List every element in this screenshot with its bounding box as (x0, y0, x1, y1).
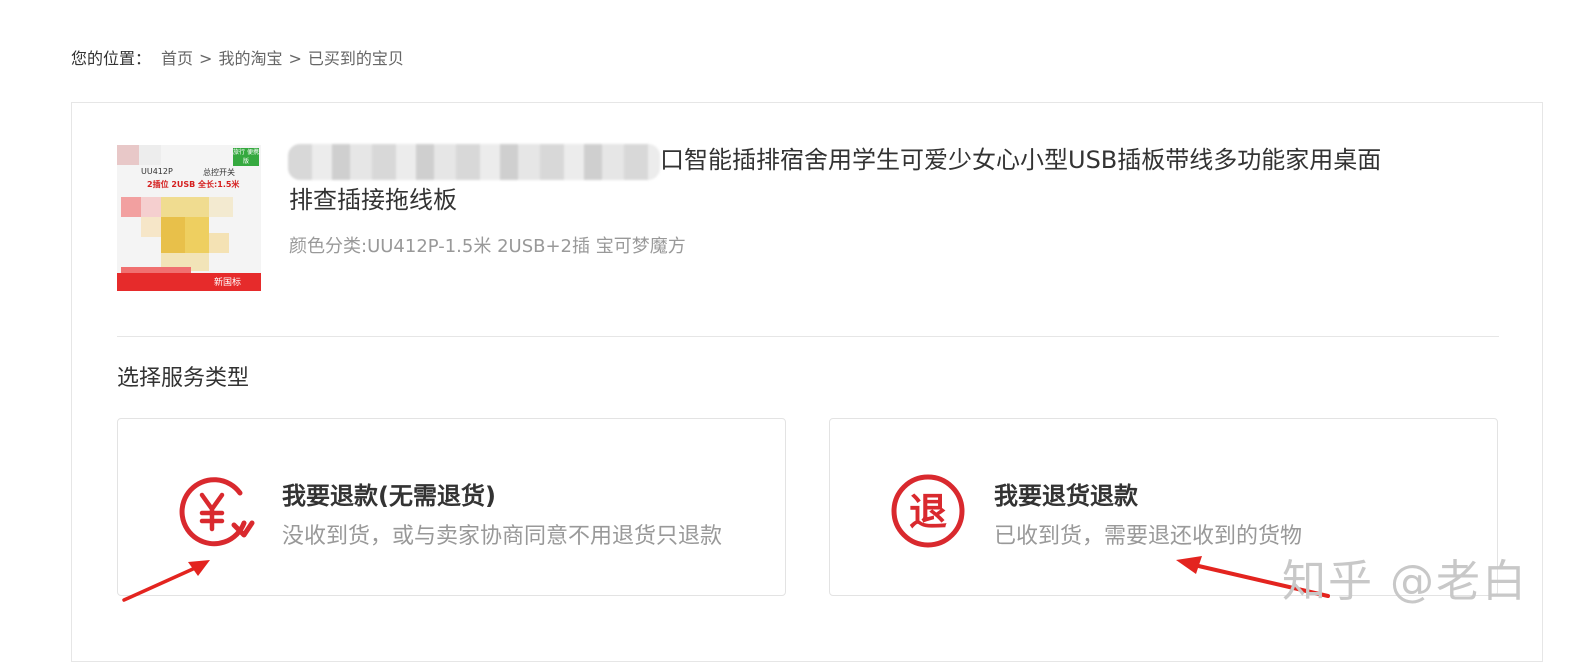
thumb-pixel-block (161, 197, 209, 217)
svg-text:退: 退 (909, 490, 947, 534)
breadcrumb-prefix: 您的位置： (71, 49, 152, 68)
refund-only-heading: 我要退款(无需退货) (282, 482, 496, 510)
breadcrumb-separator: > (199, 49, 213, 68)
thumb-footer-bar: 新国标 (117, 273, 261, 291)
title-redacted-blur (288, 144, 660, 180)
breadcrumb-my-taobao-link[interactable]: 我的淘宝 (218, 48, 282, 70)
thumb-pixel-block (209, 197, 233, 217)
refund-yen-icon (179, 477, 255, 547)
thumb-pixel-block (185, 217, 209, 253)
breadcrumb: 您的位置： 首页 > 我的淘宝 > 已买到的宝贝 (71, 48, 404, 70)
thumb-pixel-block (139, 145, 161, 165)
breadcrumb-purchased-link[interactable]: 已买到的宝贝 (308, 48, 404, 70)
product-title-line2[interactable]: 排查插接拖线板 (289, 181, 457, 219)
thumb-pixel-block (141, 197, 161, 217)
watermark-text: 知乎 @老白 (1282, 556, 1528, 607)
thumb-pixel-block (141, 217, 161, 237)
section-divider (117, 336, 1499, 337)
annotation-arrow-left (122, 560, 210, 602)
thumb-spec-text: 2插位 2USB 全长:1.5米 (147, 180, 240, 189)
product-title-line1[interactable]: 口智能插排宿舍用学生可爱少女心小型USB插板带线多功能家用桌面 (660, 142, 1381, 178)
thumb-pixel-block (161, 217, 185, 253)
return-refund-description: 已收到货，需要退还收到的货物 (994, 524, 1303, 549)
thumb-badge: 旅行 便携版 (233, 148, 259, 166)
refund-only-description: 没收到货，或与卖家协商同意不用退货只退款 (282, 524, 723, 549)
thumb-footer-text: 新国标 (213, 278, 241, 288)
breadcrumb-home-link[interactable]: 首页 (161, 48, 193, 70)
product-thumbnail[interactable]: UU412P 总控开关 旅行 便携版 2插位 2USB 全长:1.5米 新国标 (117, 145, 261, 291)
return-tui-icon: 退 (891, 474, 965, 548)
service-type-title: 选择服务类型 (117, 366, 250, 391)
product-sku: 颜色分类:UU412P-1.5米 2USB+2插 宝可梦魔方 (289, 236, 686, 257)
return-refund-heading: 我要退货退款 (994, 482, 1138, 510)
thumb-pixel-block (209, 233, 229, 253)
thumb-model-text: UU412P (141, 167, 173, 176)
thumb-pixel-block (121, 197, 141, 217)
thumb-switch-text: 总控开关 (203, 168, 235, 177)
breadcrumb-separator: > (288, 49, 302, 68)
thumb-pixel-block (117, 145, 139, 165)
